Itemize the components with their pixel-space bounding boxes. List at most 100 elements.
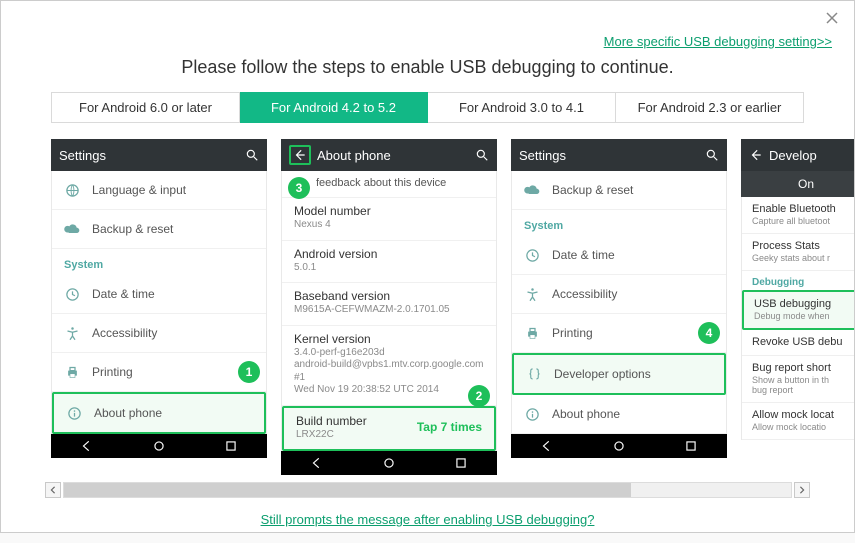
chevron-right-icon xyxy=(798,486,806,494)
screen-content: Backup & reset System Date & time Access… xyxy=(511,171,727,434)
accessibility-icon xyxy=(64,325,80,341)
row-accessibility: Accessibility xyxy=(52,314,266,353)
nav-recent-icon xyxy=(224,439,238,453)
screen-content: 3 feedback about this device Model numbe… xyxy=(281,171,497,451)
scroll-left-button[interactable] xyxy=(45,482,61,498)
horizontal-scrollbar[interactable] xyxy=(45,481,810,499)
toggle-on-label: On xyxy=(741,171,854,197)
nav-home-icon xyxy=(612,439,626,453)
tab-android-6[interactable]: For Android 6.0 or later xyxy=(51,92,240,123)
row-sub: Allow mock locatio xyxy=(752,422,854,432)
search-icon xyxy=(245,148,259,162)
info-icon xyxy=(524,406,540,422)
screen-content: Enable Bluetooth Capture all bluetoot Pr… xyxy=(741,197,854,440)
top-link-row: More specific USB debugging setting>> xyxy=(1,1,854,51)
search-icon xyxy=(475,148,489,162)
nav-back-icon xyxy=(540,439,554,453)
tab-android-2-3[interactable]: For Android 2.3 or earlier xyxy=(616,92,804,123)
prop-value: M9615A-CEFWMAZM-2.0.1701.05 xyxy=(294,304,484,317)
nav-home-icon xyxy=(152,439,166,453)
row-label: Date & time xyxy=(92,287,254,301)
row-label: Accessibility xyxy=(552,287,714,301)
row-about-phone-highlight: About phone xyxy=(52,392,266,434)
prop-key: Baseband version xyxy=(294,289,484,303)
accessibility-icon xyxy=(524,286,540,302)
prop-key: Android version xyxy=(294,247,484,261)
screenshots-gallery: Settings Language & input Backup & reset… xyxy=(1,139,854,499)
tap-7-times-hint: Tap 7 times xyxy=(417,420,482,434)
row-key: USB debugging xyxy=(754,298,854,310)
row-key: Bug report short xyxy=(752,362,854,374)
globe-icon xyxy=(64,182,80,198)
step-badge-4: 4 xyxy=(698,322,720,344)
prop-android-version: Android version 5.0.1 xyxy=(282,241,496,284)
prop-baseband: Baseband version M9615A-CEFWMAZM-2.0.170… xyxy=(282,283,496,326)
android-navbar xyxy=(51,434,267,458)
section-system: System xyxy=(512,210,726,236)
row-sub: Capture all bluetoot xyxy=(752,216,854,226)
tab-android-4-2[interactable]: For Android 4.2 to 5.2 xyxy=(240,92,428,123)
screenshots-row: Settings Language & input Backup & reset… xyxy=(1,139,854,475)
screenshot-step-3: Settings Backup & reset System Date & ti… xyxy=(511,139,727,475)
braces-icon xyxy=(526,366,542,382)
screenshot-step-2: About phone 3 feedback about this device… xyxy=(281,139,497,475)
android-navbar xyxy=(281,451,497,475)
row-backup: Backup & reset xyxy=(512,171,726,210)
appbar: Settings xyxy=(51,139,267,171)
info-icon xyxy=(66,405,82,421)
prop-kernel: Kernel version 3.4.0-perf-g16e203d andro… xyxy=(282,326,496,406)
android-navbar xyxy=(511,434,727,458)
row-sub: Geeky stats about r xyxy=(752,253,854,263)
appbar-title: Develop xyxy=(769,148,854,163)
row-date: Date & time xyxy=(512,236,726,275)
appbar: Develop xyxy=(741,139,854,171)
nav-recent-icon xyxy=(454,456,468,470)
clock-icon xyxy=(64,286,80,302)
row-mock-location: Allow mock locat Allow mock locatio xyxy=(742,403,854,440)
appbar-title: Settings xyxy=(519,148,705,163)
scroll-track[interactable] xyxy=(63,482,792,498)
prop-value: Nexus 4 xyxy=(294,219,484,232)
row-label: About phone xyxy=(94,406,252,420)
row-sub: Show a button in th bug report xyxy=(752,375,854,395)
row-feedback: feedback about this device xyxy=(282,171,496,198)
feedback-label: feedback about this device xyxy=(316,177,484,189)
row-label: Backup & reset xyxy=(92,222,254,236)
step-badge-2: 2 xyxy=(468,385,490,407)
nav-back-icon xyxy=(80,439,94,453)
appbar: About phone xyxy=(281,139,497,171)
nav-home-icon xyxy=(382,456,396,470)
prop-value: 5.0.1 xyxy=(294,262,484,275)
row-printing: Printing 4 xyxy=(512,314,726,353)
scroll-thumb[interactable] xyxy=(64,483,631,497)
row-key: Enable Bluetooth xyxy=(752,203,854,215)
row-developer-options-highlight: Developer options xyxy=(512,353,726,395)
still-prompts-link[interactable]: Still prompts the message after enabling… xyxy=(261,512,595,527)
row-label: Backup & reset xyxy=(552,183,714,197)
row-label: Developer options xyxy=(554,367,712,381)
tab-android-3[interactable]: For Android 3.0 to 4.1 xyxy=(428,92,616,123)
section-debugging: Debugging xyxy=(742,271,854,290)
clock-icon xyxy=(524,247,540,263)
row-key: Process Stats xyxy=(752,240,854,252)
row-enable-bluetooth: Enable Bluetooth Capture all bluetoot xyxy=(742,197,854,234)
prop-key: Kernel version xyxy=(294,332,484,346)
cloud-icon xyxy=(64,221,80,237)
step-badge-1: 1 xyxy=(238,361,260,383)
screen-content: Language & input Backup & reset System D… xyxy=(51,171,267,434)
search-icon xyxy=(705,148,719,162)
appbar-title: Settings xyxy=(59,148,245,163)
row-language: Language & input xyxy=(52,171,266,210)
row-backup: Backup & reset xyxy=(52,210,266,249)
more-settings-link[interactable]: More specific USB debugging setting>> xyxy=(604,34,832,49)
close-button[interactable] xyxy=(818,5,846,36)
scroll-right-button[interactable] xyxy=(794,482,810,498)
screenshot-step-4-partial: Develop On Enable Bluetooth Capture all … xyxy=(741,139,854,475)
dialog-window: More specific USB debugging setting>> Pl… xyxy=(0,0,855,533)
prop-build-highlight: Build number LRX22C Tap 7 times xyxy=(282,406,496,452)
appbar-title: About phone xyxy=(317,148,475,163)
row-key: Allow mock locat xyxy=(752,409,854,421)
row-usb-debugging-highlight: USB debugging Debug mode when xyxy=(742,290,854,330)
row-label: Date & time xyxy=(552,248,714,262)
back-icon xyxy=(289,145,311,165)
